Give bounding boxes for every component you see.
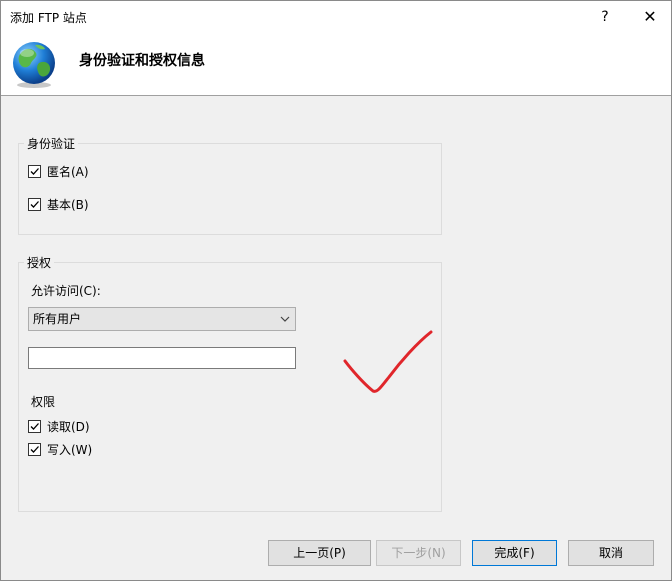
- globe-icon: [13, 42, 55, 88]
- allow-access-label: 允许访问(C):: [31, 284, 101, 298]
- read-checkbox-box[interactable]: [28, 419, 41, 433]
- finish-button[interactable]: 完成(F): [472, 540, 557, 566]
- authentication-group: [18, 143, 442, 235]
- wizard-header: 身份验证和授权信息: [1, 33, 671, 96]
- read-checkbox-label: 读取(D): [47, 419, 90, 434]
- anonymous-checkbox-label: 匿名(A): [47, 164, 89, 179]
- authorization-group-label: 授权: [24, 254, 55, 271]
- basic-checkbox[interactable]: 基本(B): [28, 196, 89, 212]
- permissions-label: 权限: [31, 395, 56, 409]
- authentication-group-label: 身份验证: [24, 135, 79, 152]
- allow-access-selected-value: 所有用户: [33, 312, 82, 326]
- red-checkmark-annotation: [343, 330, 433, 393]
- write-checkbox-label: 写入(W): [47, 442, 93, 457]
- anonymous-checkbox[interactable]: 匿名(A): [28, 163, 89, 179]
- title-bar: 添加 FTP 站点 ? ✕: [1, 1, 671, 33]
- users-roles-input[interactable]: [28, 347, 296, 369]
- basic-checkbox-box[interactable]: [28, 197, 41, 211]
- write-checkbox[interactable]: 写入(W): [28, 441, 92, 457]
- basic-checkbox-label: 基本(B): [47, 197, 89, 212]
- read-checkbox[interactable]: 读取(D): [28, 418, 90, 434]
- allow-access-dropdown[interactable]: 所有用户: [28, 307, 296, 331]
- chevron-down-icon: [280, 316, 290, 322]
- next-button[interactable]: 下一步(N): [376, 540, 461, 566]
- previous-button[interactable]: 上一页(P): [268, 540, 371, 566]
- write-checkbox-box[interactable]: [28, 442, 41, 456]
- window-title: 添加 FTP 站点: [10, 11, 87, 25]
- close-button[interactable]: ✕: [635, 5, 665, 29]
- add-ftp-site-dialog: 添加 FTP 站点 ? ✕ 身份验证和授权信息 身份验证 匿名(A) 基本(B)…: [0, 0, 672, 581]
- cancel-button[interactable]: 取消: [568, 540, 654, 566]
- page-heading: 身份验证和授权信息: [79, 53, 205, 69]
- anonymous-checkbox-box[interactable]: [28, 164, 41, 178]
- help-button[interactable]: ?: [593, 5, 617, 29]
